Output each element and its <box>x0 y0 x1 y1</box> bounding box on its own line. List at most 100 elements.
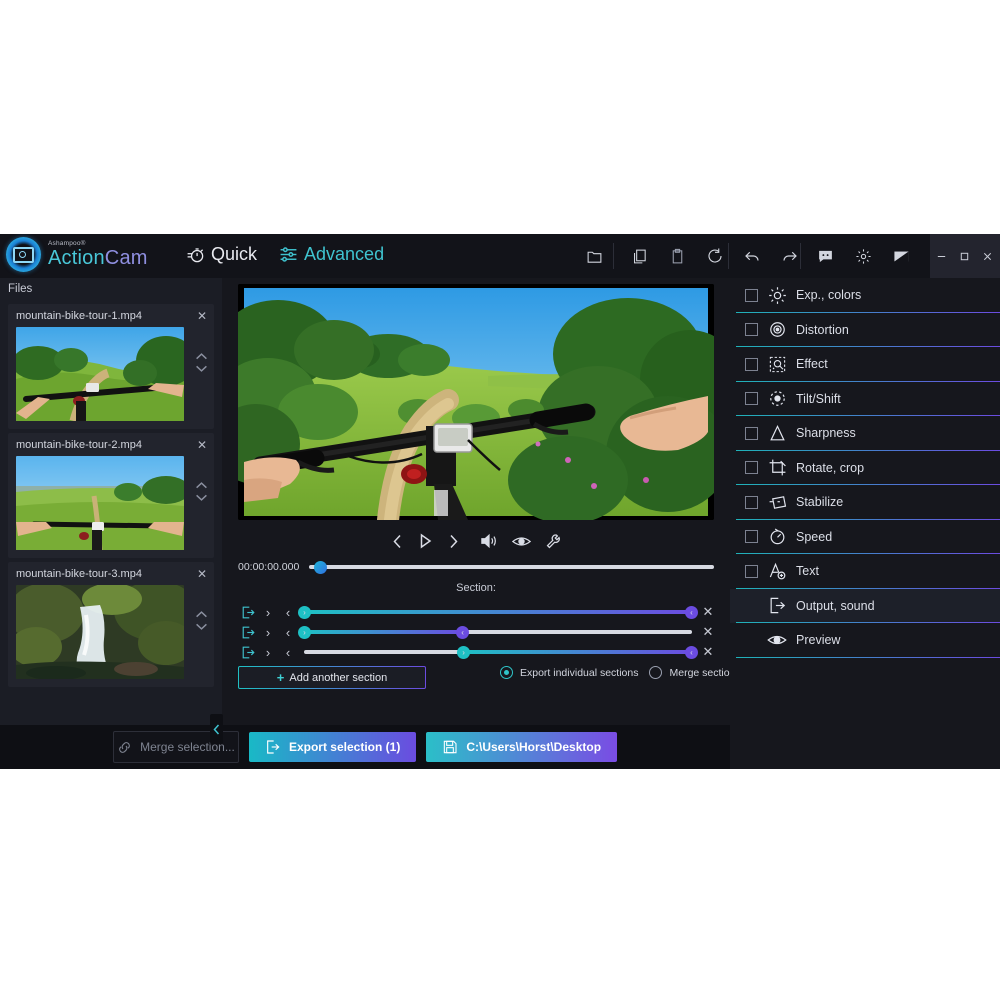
sidebar-item-text[interactable]: Text <box>730 554 1000 589</box>
tab-advanced[interactable]: Advanced <box>279 244 384 265</box>
seek-handle[interactable] <box>314 560 328 574</box>
section-range-slider[interactable]: › ‹ <box>298 625 692 639</box>
sidebar-item-label: Output, sound <box>796 598 875 613</box>
checkbox[interactable] <box>745 495 758 509</box>
section-start-here-button[interactable]: › <box>258 625 278 640</box>
settings-gear-icon[interactable] <box>844 234 882 278</box>
sidebar-item-effect[interactable]: Effect <box>730 347 1000 382</box>
section-start-here-button[interactable]: › <box>258 605 278 620</box>
checkbox[interactable] <box>745 392 758 406</box>
checkbox[interactable] <box>745 461 758 475</box>
sidebar-item-exp-colors[interactable]: Exp., colors <box>730 278 1000 313</box>
checkbox[interactable] <box>745 323 758 337</box>
add-section-label: Add another section <box>289 671 388 684</box>
collapse-sidebar-handle[interactable] <box>210 714 223 744</box>
checkbox[interactable] <box>745 530 758 544</box>
minimize-button[interactable] <box>930 234 953 278</box>
paste-icon[interactable] <box>658 234 696 278</box>
range-end-handle[interactable]: ‹ <box>685 645 698 659</box>
sidebar-item-stabilize[interactable]: Stabilize <box>730 485 1000 520</box>
file-thumbnail[interactable] <box>16 327 184 421</box>
sidebar-item-label: Text <box>796 564 819 579</box>
range-start-handle[interactable]: › <box>457 645 471 659</box>
tools-button[interactable] <box>545 533 562 550</box>
remove-file-icon[interactable]: ✕ <box>197 309 207 323</box>
previous-frame-button[interactable] <box>391 534 404 549</box>
sidebar-item-distortion[interactable]: Distortion <box>730 313 1000 348</box>
remove-file-icon[interactable]: ✕ <box>197 567 207 581</box>
remove-file-icon[interactable]: ✕ <box>197 438 207 452</box>
sidebar-item-sharpness[interactable]: Sharpness <box>730 416 1000 451</box>
checkbox[interactable] <box>745 288 758 302</box>
range-fill <box>304 610 692 614</box>
export-selection-button[interactable]: Export selection (1) <box>248 732 417 762</box>
theme-icon[interactable] <box>882 234 920 278</box>
section-end-here-button[interactable]: ‹ <box>278 625 298 640</box>
list-item[interactable]: mountain-bike-tour-3.mp4 ✕ <box>8 562 214 687</box>
sidebar-item-speed[interactable]: Speed <box>730 520 1000 555</box>
range-end-handle[interactable]: ‹ <box>456 625 470 639</box>
mode-tabs: Quick Advanced <box>186 244 384 265</box>
table-row: › ‹ › ‹ ✕ <box>238 622 718 642</box>
tab-quick[interactable]: Quick <box>186 244 257 265</box>
sidebar-item-tilt-shift[interactable]: Tilt/Shift <box>730 382 1000 417</box>
section-start-here-button[interactable]: › <box>258 645 278 660</box>
maximize-button[interactable] <box>953 234 976 278</box>
export-section-icon[interactable] <box>238 606 258 619</box>
range-end-handle[interactable]: ‹ <box>685 605 698 619</box>
seek-slider[interactable] <box>309 560 714 574</box>
range-start-handle[interactable]: › <box>298 605 311 619</box>
open-folder-icon[interactable] <box>575 234 613 278</box>
sidebar-item-rotate-crop[interactable]: Rotate, crop <box>730 451 1000 486</box>
volume-button[interactable] <box>480 533 498 549</box>
next-frame-button[interactable] <box>447 534 460 549</box>
export-section-icon[interactable] <box>238 626 258 639</box>
toolbar-divider-2 <box>728 243 729 269</box>
copy-icon[interactable] <box>620 234 658 278</box>
list-item[interactable]: mountain-bike-tour-2.mp4 ✕ <box>8 433 214 558</box>
reorder-arrows[interactable] <box>195 481 208 502</box>
export-mode-radios: Export individual sections Merge section… <box>500 666 741 679</box>
close-button[interactable] <box>976 234 999 278</box>
reorder-arrows[interactable] <box>195 610 208 631</box>
redo-icon[interactable] <box>771 234 809 278</box>
sidebar-item-output-sound[interactable]: Output, sound <box>730 588 1000 623</box>
brand-name-action: Action <box>48 247 105 270</box>
file-thumbnail[interactable] <box>16 585 184 679</box>
section-end-here-button[interactable]: ‹ <box>278 605 298 620</box>
checkbox[interactable] <box>745 426 758 440</box>
preview-eye-button[interactable] <box>511 534 531 549</box>
radio-export-individual[interactable] <box>500 666 513 679</box>
files-sidebar: Files mountain-bike-tour-1.mp4 ✕ mountai… <box>0 278 222 769</box>
triangle-icon <box>767 424 787 443</box>
section-label: Section: <box>456 582 496 594</box>
sidebar-item-label: Tilt/Shift <box>796 391 841 406</box>
checkbox[interactable] <box>745 564 758 578</box>
reorder-arrows[interactable] <box>195 352 208 373</box>
section-rows: › ‹ › ‹ ✕ › ‹ › ‹ ✕ › ‹ › ‹ ✕ <box>238 602 718 662</box>
section-end-here-button[interactable]: ‹ <box>278 645 298 660</box>
sidebar-item-label: Preview <box>796 633 841 648</box>
remove-section-icon[interactable]: ✕ <box>698 604 718 620</box>
file-thumbnail[interactable] <box>16 456 184 550</box>
plus-icon: + <box>276 670 285 685</box>
feedback-icon[interactable] <box>806 234 844 278</box>
sidebar-item-preview[interactable]: Preview <box>730 623 1000 658</box>
section-range-slider[interactable]: › ‹ <box>304 645 698 659</box>
undo-icon[interactable] <box>733 234 771 278</box>
title-bar: Ashampoo® ActionCam Quick Advanced <box>0 234 1000 278</box>
list-item[interactable]: mountain-bike-tour-1.mp4 ✕ <box>8 304 214 429</box>
save-disk-icon <box>444 740 457 754</box>
section-range-slider[interactable]: › ‹ <box>298 605 698 619</box>
checkbox[interactable] <box>745 357 758 371</box>
export-section-icon[interactable] <box>238 646 258 659</box>
play-button[interactable] <box>418 533 433 549</box>
remove-section-icon[interactable]: ✕ <box>698 644 718 660</box>
output-path-button[interactable]: C:\Users\Horst\Desktop <box>426 732 618 762</box>
remove-section-icon[interactable]: ✕ <box>698 624 718 640</box>
add-section-button[interactable]: + Add another section <box>238 666 426 689</box>
output-path-label: C:\Users\Horst\Desktop <box>466 740 602 754</box>
range-start-handle[interactable]: › <box>298 625 311 639</box>
video-preview[interactable] <box>238 284 714 520</box>
radio-merge-sections[interactable] <box>649 666 663 679</box>
